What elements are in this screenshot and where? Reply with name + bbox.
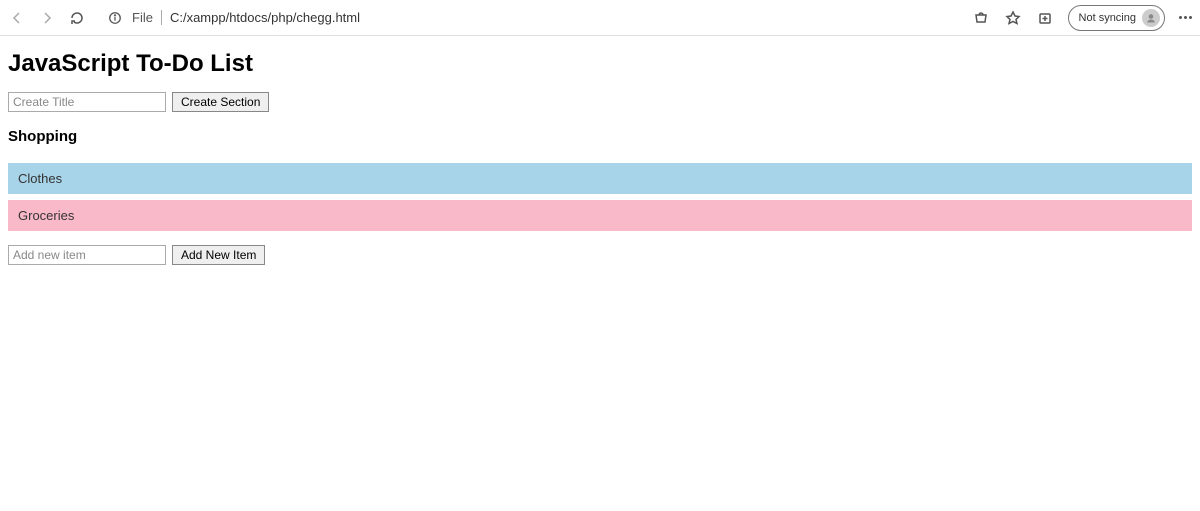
list-item[interactable]: Groceries [8,200,1192,231]
create-title-input[interactable] [8,92,166,112]
add-item-button[interactable]: Add New Item [172,245,265,265]
toolbar-right: Not syncing [972,5,1192,31]
more-icon[interactable] [1179,16,1192,19]
url-scheme: File [132,10,162,25]
url-path: C:/xampp/htdocs/php/chegg.html [170,10,360,25]
sync-label: Not syncing [1079,12,1136,24]
page-title: JavaScript To-Do List [8,50,1192,78]
create-section-button[interactable]: Create Section [172,92,269,112]
back-icon[interactable] [8,9,26,27]
browser-toolbar: File C:/xampp/htdocs/php/chegg.html Not … [0,0,1200,36]
add-item-input[interactable] [8,245,166,265]
forward-icon[interactable] [38,9,56,27]
add-item-row: Add New Item [8,245,1192,265]
section-title: Shopping [8,128,1192,145]
shopping-icon[interactable] [972,9,990,27]
favorites-icon[interactable] [1004,9,1022,27]
list-item[interactable]: Clothes [8,163,1192,194]
address-bar[interactable]: File C:/xampp/htdocs/php/chegg.html [98,9,960,27]
page-content: JavaScript To-Do List Create Section Sho… [0,36,1200,289]
create-section-row: Create Section [8,92,1192,112]
sync-button[interactable]: Not syncing [1068,5,1165,31]
avatar-icon [1142,9,1160,27]
info-icon[interactable] [106,9,124,27]
collections-icon[interactable] [1036,9,1054,27]
refresh-icon[interactable] [68,9,86,27]
